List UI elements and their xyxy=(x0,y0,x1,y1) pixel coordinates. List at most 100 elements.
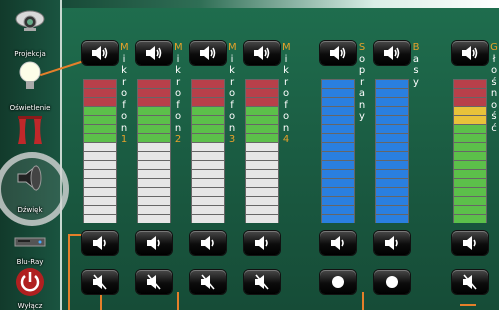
meter-segment xyxy=(322,80,354,88)
meter-segment xyxy=(246,179,278,187)
channel-label-mikrofon-1: Mikrofon1 xyxy=(120,42,129,145)
speaker-icon xyxy=(93,236,106,250)
meter-segment xyxy=(454,188,486,196)
toggle-button-soprany[interactable] xyxy=(320,270,356,294)
meter-segment xyxy=(138,152,170,160)
speaker-icon xyxy=(200,46,216,60)
meter-segment xyxy=(322,116,354,124)
record-dot-icon xyxy=(386,276,398,288)
meter-segment xyxy=(246,80,278,88)
mute-button-mikrofon-2[interactable] xyxy=(136,270,172,294)
meter-segment xyxy=(192,170,224,178)
channel-label-mikrofon-3: Mikrofon3 xyxy=(228,42,237,145)
bluray-player-icon xyxy=(14,237,46,247)
meter-segment xyxy=(376,80,408,88)
volume-down-button-soprany[interactable] xyxy=(320,231,356,255)
meter-segment xyxy=(246,197,278,205)
volume-down-button-mikrofon-1[interactable] xyxy=(82,231,118,255)
meter-segment xyxy=(376,170,408,178)
meter-segment xyxy=(192,134,224,142)
volume-down-button-mikrofon-2[interactable] xyxy=(136,231,172,255)
sidebar-item-oswietlenie[interactable]: Oświetlenie xyxy=(2,58,58,112)
meter-segment xyxy=(454,89,486,97)
meter-segment xyxy=(246,170,278,178)
volume-down-button-mikrofon-4[interactable] xyxy=(244,231,280,255)
meter-segment xyxy=(322,125,354,133)
meter-segment xyxy=(454,206,486,214)
volume-button-głośność[interactable] xyxy=(452,41,488,65)
meter-segment xyxy=(246,152,278,160)
sidebar-item-label: Projekcja xyxy=(14,50,46,58)
meter-segment xyxy=(84,161,116,169)
meter-segment xyxy=(376,98,408,106)
volume-button-mikrofon-1[interactable] xyxy=(82,41,118,65)
sidebar-item-projekcja[interactable]: Projekcja xyxy=(2,4,58,58)
meter-segment xyxy=(454,152,486,160)
meter-segment xyxy=(192,197,224,205)
meter-segment xyxy=(322,152,354,160)
volume-button-basy[interactable] xyxy=(374,41,410,65)
toggle-button-basy[interactable] xyxy=(374,270,410,294)
meter-segment xyxy=(454,98,486,106)
speaker-icon xyxy=(147,236,160,250)
meter-segment xyxy=(84,206,116,214)
meter-segment xyxy=(246,125,278,133)
meter-segment xyxy=(376,206,408,214)
curtain-icon xyxy=(18,116,42,144)
meter-segment xyxy=(246,188,278,196)
volume-button-mikrofon-4[interactable] xyxy=(244,41,280,65)
volume-down-button-mikrofon-3[interactable] xyxy=(190,231,226,255)
volume-button-soprany[interactable] xyxy=(320,41,356,65)
sidebar-item-label: Dźwięk xyxy=(17,206,43,214)
speaker-icon xyxy=(462,46,478,60)
mute-button-mikrofon-3[interactable] xyxy=(190,270,226,294)
volume-down-button-głośność[interactable] xyxy=(452,231,488,255)
speaker-icon xyxy=(255,236,268,250)
meter-segment xyxy=(376,152,408,160)
meter-segment xyxy=(138,107,170,115)
mute-button-głośność[interactable] xyxy=(452,270,488,294)
sidebar-item-bluray[interactable]: Blu-Ray xyxy=(2,222,58,266)
meter-segment xyxy=(376,107,408,115)
meter-segment xyxy=(84,188,116,196)
sidebar-item-dzwiek[interactable]: Dźwięk xyxy=(0,152,69,226)
meter-segment xyxy=(246,116,278,124)
lightbulb-icon xyxy=(19,61,41,89)
mute-button-mikrofon-1[interactable] xyxy=(82,270,118,294)
volume-button-mikrofon-3[interactable] xyxy=(190,41,226,65)
meter-segment xyxy=(322,98,354,106)
meter-segment xyxy=(246,161,278,169)
meter-segment xyxy=(138,80,170,88)
meter-segment xyxy=(246,89,278,97)
volume-down-button-basy[interactable] xyxy=(374,231,410,255)
meter-segment xyxy=(322,89,354,97)
meter-segment xyxy=(192,143,224,151)
meter-segment xyxy=(192,80,224,88)
meter-segment xyxy=(322,206,354,214)
meter-segment xyxy=(376,179,408,187)
level-meter-głośność xyxy=(453,79,487,223)
meter-segment xyxy=(246,107,278,115)
speaker-icon xyxy=(146,46,162,60)
meter-segment xyxy=(84,143,116,151)
meter-segment xyxy=(84,152,116,160)
meter-segment xyxy=(246,143,278,151)
meter-segment xyxy=(138,188,170,196)
meter-segment xyxy=(454,161,486,169)
power-icon xyxy=(16,268,44,296)
channel-label-mikrofon-2: Mikrofon2 xyxy=(174,42,183,145)
top-bar xyxy=(0,0,499,8)
meter-segment xyxy=(84,98,116,106)
meter-segment xyxy=(376,161,408,169)
sidebar-item-wylacz[interactable]: Wyłącz xyxy=(2,264,58,310)
meter-segment xyxy=(376,125,408,133)
meter-segment xyxy=(138,161,170,169)
meter-segment xyxy=(376,134,408,142)
meter-segment xyxy=(192,206,224,214)
mute-button-mikrofon-4[interactable] xyxy=(244,270,280,294)
meter-segment xyxy=(246,98,278,106)
volume-button-mikrofon-2[interactable] xyxy=(136,41,172,65)
meter-segment xyxy=(138,179,170,187)
sidebar-item-kurtyna[interactable] xyxy=(2,112,58,152)
meter-segment xyxy=(192,98,224,106)
